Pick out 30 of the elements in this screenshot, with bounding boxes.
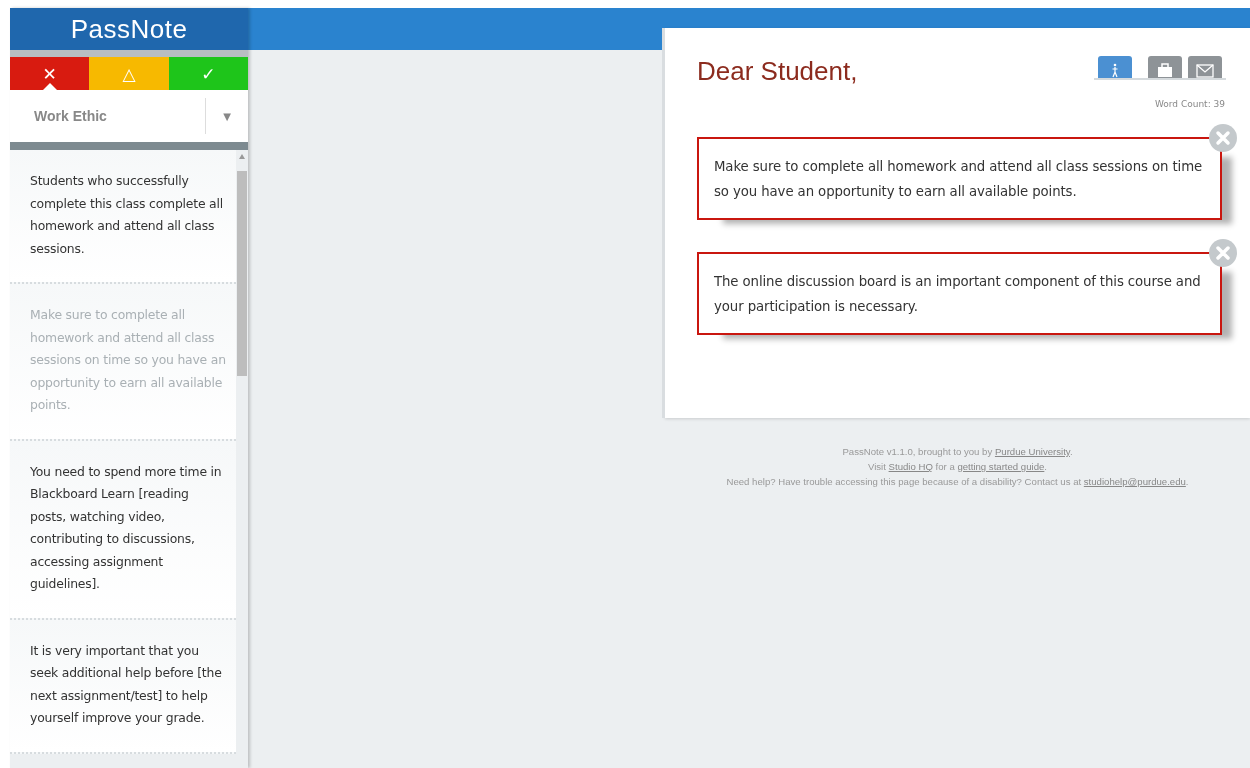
scrollbar[interactable] [236, 150, 248, 768]
paragraph-text: Make sure to complete all homework and attend all class sessions on time so you have an opportunity to earn all available points. [714, 159, 1203, 199]
toolbar-button[interactable] [1148, 56, 1182, 78]
comment-item[interactable]: Make sure to complete all homework and attend all class sessions on time so you have an opportunity to earn all available points. [10, 284, 236, 441]
comment-item[interactable]: It is very important that you seek additional help before [the next assignment/test] to help yourself improve your grade. [10, 619, 236, 754]
comment-item[interactable]: Students who successfully complete this class complete all homework and attend all class sessions. [10, 150, 236, 284]
footer-line: Need help? Have trouble accessing this page because of a disability? Contact us at studiohelp@purdue.edu. [725, 475, 1190, 489]
footer-link[interactable]: studiohelp@purdue.edu [1083, 476, 1186, 487]
dropdown-value: Work Ethic [33, 108, 108, 124]
close-icon[interactable] [1209, 239, 1237, 267]
letter-greeting: Dear Student, [697, 56, 858, 87]
logo: PassNote [70, 13, 188, 45]
close-icon[interactable] [1209, 124, 1237, 152]
rating-tab[interactable]: ✕ [10, 57, 90, 90]
briefcase-icon [1157, 63, 1173, 78]
person-icon [1109, 63, 1121, 78]
scroll-up-icon[interactable] [239, 154, 245, 159]
rating-tab[interactable]: ✓ [168, 57, 248, 90]
word-count: Word Count: 39 [1153, 99, 1225, 109]
toolbar-button[interactable] [1188, 56, 1222, 78]
paragraph-text: The online discussion board is an important component of this course and your participation is necessary. [714, 274, 1201, 314]
footer-line: PassNote v1.1.0, brought to you by Purdue University. [841, 445, 1074, 459]
mail-icon [1196, 63, 1214, 78]
footer-link[interactable]: Purdue University [994, 446, 1070, 457]
footer-link[interactable]: Studio HQ [888, 461, 933, 472]
footer-line: Visit Studio HQ for a getting started guide. [866, 460, 1048, 474]
comment-item[interactable]: You need to spend more time in Blackboard Learn [reading posts, watching video, contributing to discussions, accessing assignment guidelines]. [10, 440, 236, 620]
rating-tab[interactable]: △ [89, 57, 169, 90]
category-dropdown[interactable]: Work Ethic ▼ [10, 90, 248, 150]
toolbar-button[interactable] [1098, 56, 1132, 78]
